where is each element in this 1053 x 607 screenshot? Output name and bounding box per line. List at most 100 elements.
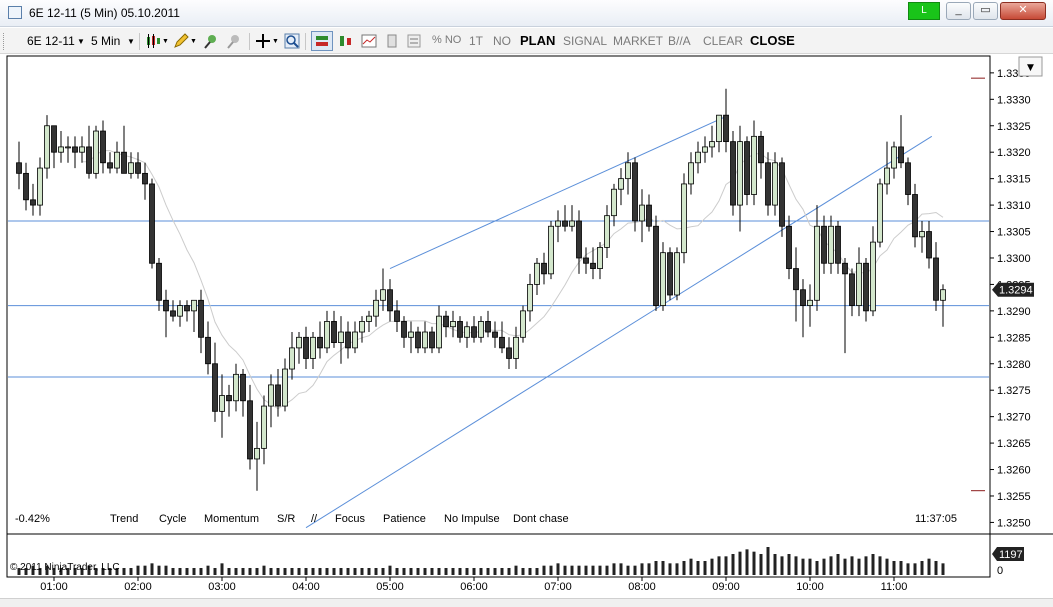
candle-body xyxy=(373,299,379,317)
candle-body xyxy=(814,225,820,301)
volume-bar xyxy=(479,568,483,575)
candle-body xyxy=(646,204,652,227)
plan-button[interactable]: PLAN xyxy=(520,33,555,48)
candle-body xyxy=(324,321,330,349)
scroll-down-button[interactable]: ▼ xyxy=(1018,56,1043,77)
candle-body xyxy=(660,252,666,306)
close-window-button[interactable]: ✕ xyxy=(1000,2,1046,20)
candle-body xyxy=(282,368,288,407)
candle-body xyxy=(443,315,449,328)
candle-body xyxy=(569,220,575,227)
price-tick-label: 1.3285 xyxy=(997,332,1031,344)
minimize-button[interactable]: _ xyxy=(946,2,971,20)
price-tick-label: 1.3290 xyxy=(997,306,1031,318)
candle-body xyxy=(184,305,190,312)
chart-trader-icon[interactable] xyxy=(311,31,333,51)
close-position-button[interactable]: CLOSE xyxy=(750,33,795,48)
volume-bar xyxy=(220,563,224,575)
properties-icon[interactable] xyxy=(406,33,422,49)
volume-bar xyxy=(185,568,189,575)
volume-bar xyxy=(906,563,910,575)
instrument-dropdown-icon[interactable]: ▼ xyxy=(77,37,85,46)
candle-body xyxy=(450,321,456,328)
volume-bar xyxy=(283,568,287,575)
volume-bar xyxy=(738,551,742,575)
volume-bar xyxy=(332,568,336,575)
volume-bar xyxy=(626,565,630,575)
one-tick-button[interactable]: 1T xyxy=(469,34,483,48)
volume-bar xyxy=(619,563,623,575)
window-title: 6E 12-11 (5 Min) 05.10.2011 xyxy=(29,6,180,20)
candle-body xyxy=(576,220,582,259)
volume-bar xyxy=(549,565,553,575)
no-button[interactable]: NO xyxy=(493,34,511,48)
volume-bar xyxy=(535,568,539,575)
chevron-down-icon: ▼ xyxy=(1027,63,1034,73)
interval-selector[interactable]: 5 Min xyxy=(91,34,120,48)
window-titlebar: 6E 12-11 (5 Min) 05.10.2011 L _ ▭ ✕ xyxy=(0,0,1053,27)
volume-bar xyxy=(234,568,238,575)
volume-bar xyxy=(192,568,196,575)
volume-bar xyxy=(927,558,931,575)
volume-bar xyxy=(325,568,329,575)
draw-dropdown-icon[interactable]: ▼ xyxy=(190,38,197,45)
clock-label: 11:37:05 xyxy=(915,513,957,525)
candle-body xyxy=(254,447,260,460)
time-tick-label: 10:00 xyxy=(796,581,824,593)
candle-style-icon[interactable] xyxy=(145,33,161,49)
data-box-icon[interactable] xyxy=(384,33,400,49)
candle-body xyxy=(352,331,358,349)
volume-bar xyxy=(297,568,301,575)
restore-button[interactable]: ▭ xyxy=(973,2,998,20)
interval-dropdown-icon[interactable]: ▼ xyxy=(127,37,135,46)
candle-body xyxy=(401,321,407,338)
candle-dropdown-icon[interactable]: ▼ xyxy=(162,38,169,45)
volume-bar xyxy=(808,558,812,575)
volume-bar xyxy=(437,568,441,575)
bars-type-icon[interactable] xyxy=(338,33,354,49)
candle-body xyxy=(835,225,841,264)
volume-bar xyxy=(465,568,469,575)
bid-ask-button[interactable]: B//A xyxy=(668,34,691,48)
toolbar-grip[interactable] xyxy=(3,33,6,50)
last-price-label: 1.3294 xyxy=(999,285,1033,297)
market-button[interactable]: MARKET xyxy=(613,34,663,48)
volume-bar xyxy=(794,556,798,575)
candle-body xyxy=(877,183,883,243)
zoom-icon[interactable] xyxy=(284,33,300,49)
clear-button[interactable]: CLEAR xyxy=(703,34,743,48)
candle-body xyxy=(156,262,162,301)
pct-no-button[interactable]: % NO xyxy=(432,34,461,46)
indicator-panel-icon[interactable] xyxy=(361,33,377,49)
instrument-selector[interactable]: 6E 12-11 xyxy=(27,34,75,48)
volume-bar xyxy=(360,568,364,575)
pencil-draw-icon[interactable] xyxy=(173,33,189,49)
candle-body xyxy=(226,395,232,402)
volume-bar xyxy=(654,561,658,575)
candle-body xyxy=(296,336,302,349)
price-chart[interactable]: 1.3250 1.3255 1.3260 1.3265 1.3270 1.3275 1.32… xyxy=(0,55,1053,598)
volume-bar xyxy=(311,568,315,575)
candle-body xyxy=(429,331,435,349)
candle-body xyxy=(821,225,827,264)
connection-status-indicator[interactable]: L xyxy=(908,2,940,20)
volume-bar xyxy=(584,565,588,575)
candle-body xyxy=(555,220,561,227)
crosshair-dropdown-icon[interactable]: ▼ xyxy=(272,38,279,45)
crosshair-icon[interactable] xyxy=(255,33,271,49)
signal-button[interactable]: SIGNAL xyxy=(563,34,607,48)
strategy-icon[interactable] xyxy=(203,33,219,49)
volume-bar xyxy=(612,563,616,575)
toolbar-separator xyxy=(249,33,250,50)
candle-body xyxy=(793,268,799,291)
candle-body xyxy=(737,141,743,206)
candle-body xyxy=(870,241,876,312)
volume-bar xyxy=(822,558,826,575)
volume-bar xyxy=(423,568,427,575)
candle-body xyxy=(464,326,470,338)
volume-bar xyxy=(675,563,679,575)
candle-body xyxy=(79,146,85,153)
disabled-tool-icon[interactable] xyxy=(226,33,242,49)
candle-body xyxy=(65,146,71,149)
price-panel xyxy=(6,55,991,535)
